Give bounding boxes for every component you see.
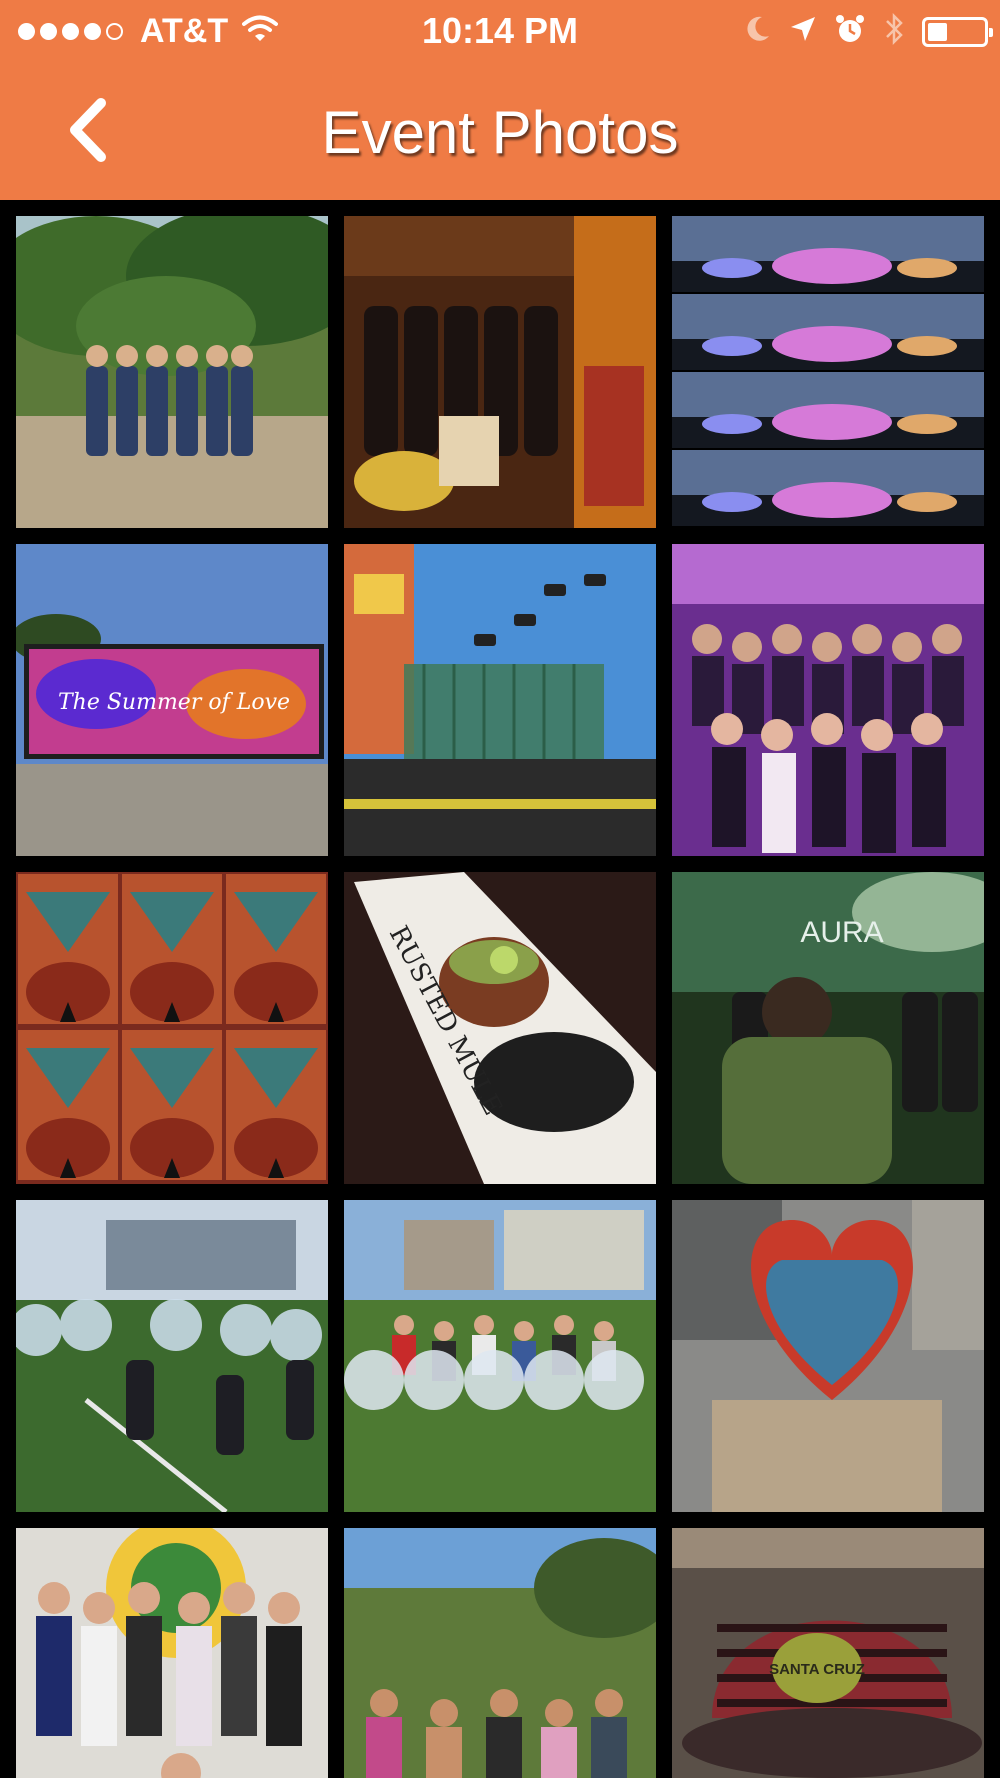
alarm-icon (834, 13, 866, 50)
photo-bubble-soccer-group[interactable] (344, 1200, 656, 1512)
svg-text:SANTA CRUZ: SANTA CRUZ (769, 1661, 865, 1678)
photo-image (16, 1200, 328, 1512)
photo-group-gym-fists[interactable] (16, 1528, 328, 1778)
location-arrow-icon (788, 14, 818, 49)
photo-image (672, 216, 984, 528)
photo-image: RUSTED MULE (344, 872, 656, 1184)
photo-santa-cruz-hat[interactable]: SANTA CRUZ (672, 1528, 984, 1778)
photo-aura-nightclub[interactable]: AURA (672, 872, 984, 1184)
photo-rusted-mule-drink[interactable]: RUSTED MULE (344, 872, 656, 1184)
svg-text:AURA: AURA (800, 916, 883, 949)
nav-bar: Event Photos (0, 64, 1000, 200)
photo-image (344, 1200, 656, 1512)
photo-image: SANTA CRUZ (672, 1528, 984, 1778)
photo-image (344, 544, 656, 856)
photo-conservatory-lights-collage[interactable] (672, 216, 984, 528)
photo-crowded-bar[interactable] (344, 216, 656, 528)
status-icons (726, 12, 993, 51)
photo-image (16, 216, 328, 528)
photo-carnival-swing-ride[interactable] (344, 544, 656, 856)
photo-group-purple-party[interactable] (672, 544, 984, 856)
photo-image (16, 872, 328, 1184)
photo-group-hike-trees[interactable] (16, 216, 328, 528)
bluetooth-icon (882, 12, 906, 51)
photo-image (672, 1200, 984, 1512)
photo-summer-of-love-billboard[interactable]: The Summer of Love (16, 544, 328, 856)
photo-grid[interactable]: The Summer of Love RUSTED MULE AURA SANT… (0, 200, 1000, 1778)
photo-group-hike-overlook[interactable] (344, 1528, 656, 1778)
photo-image (672, 544, 984, 856)
photo-image: AURA (672, 872, 984, 1184)
page-title: Event Photos (321, 99, 679, 166)
photo-image (16, 1528, 328, 1778)
photo-image (344, 1528, 656, 1778)
battery-icon (922, 16, 993, 47)
moon-icon (742, 14, 772, 49)
svg-text:The Summer of Love: The Summer of Love (58, 690, 290, 715)
photo-heart-sculpture[interactable] (672, 1200, 984, 1512)
photo-bubble-soccer-field[interactable] (16, 1200, 328, 1512)
photo-painted-art-collage[interactable] (16, 872, 328, 1184)
battery-level (928, 22, 947, 41)
photo-image (344, 216, 656, 528)
photo-image: The Summer of Love (16, 544, 328, 856)
status-bar: AT&T 10:14 PM (0, 0, 1000, 64)
